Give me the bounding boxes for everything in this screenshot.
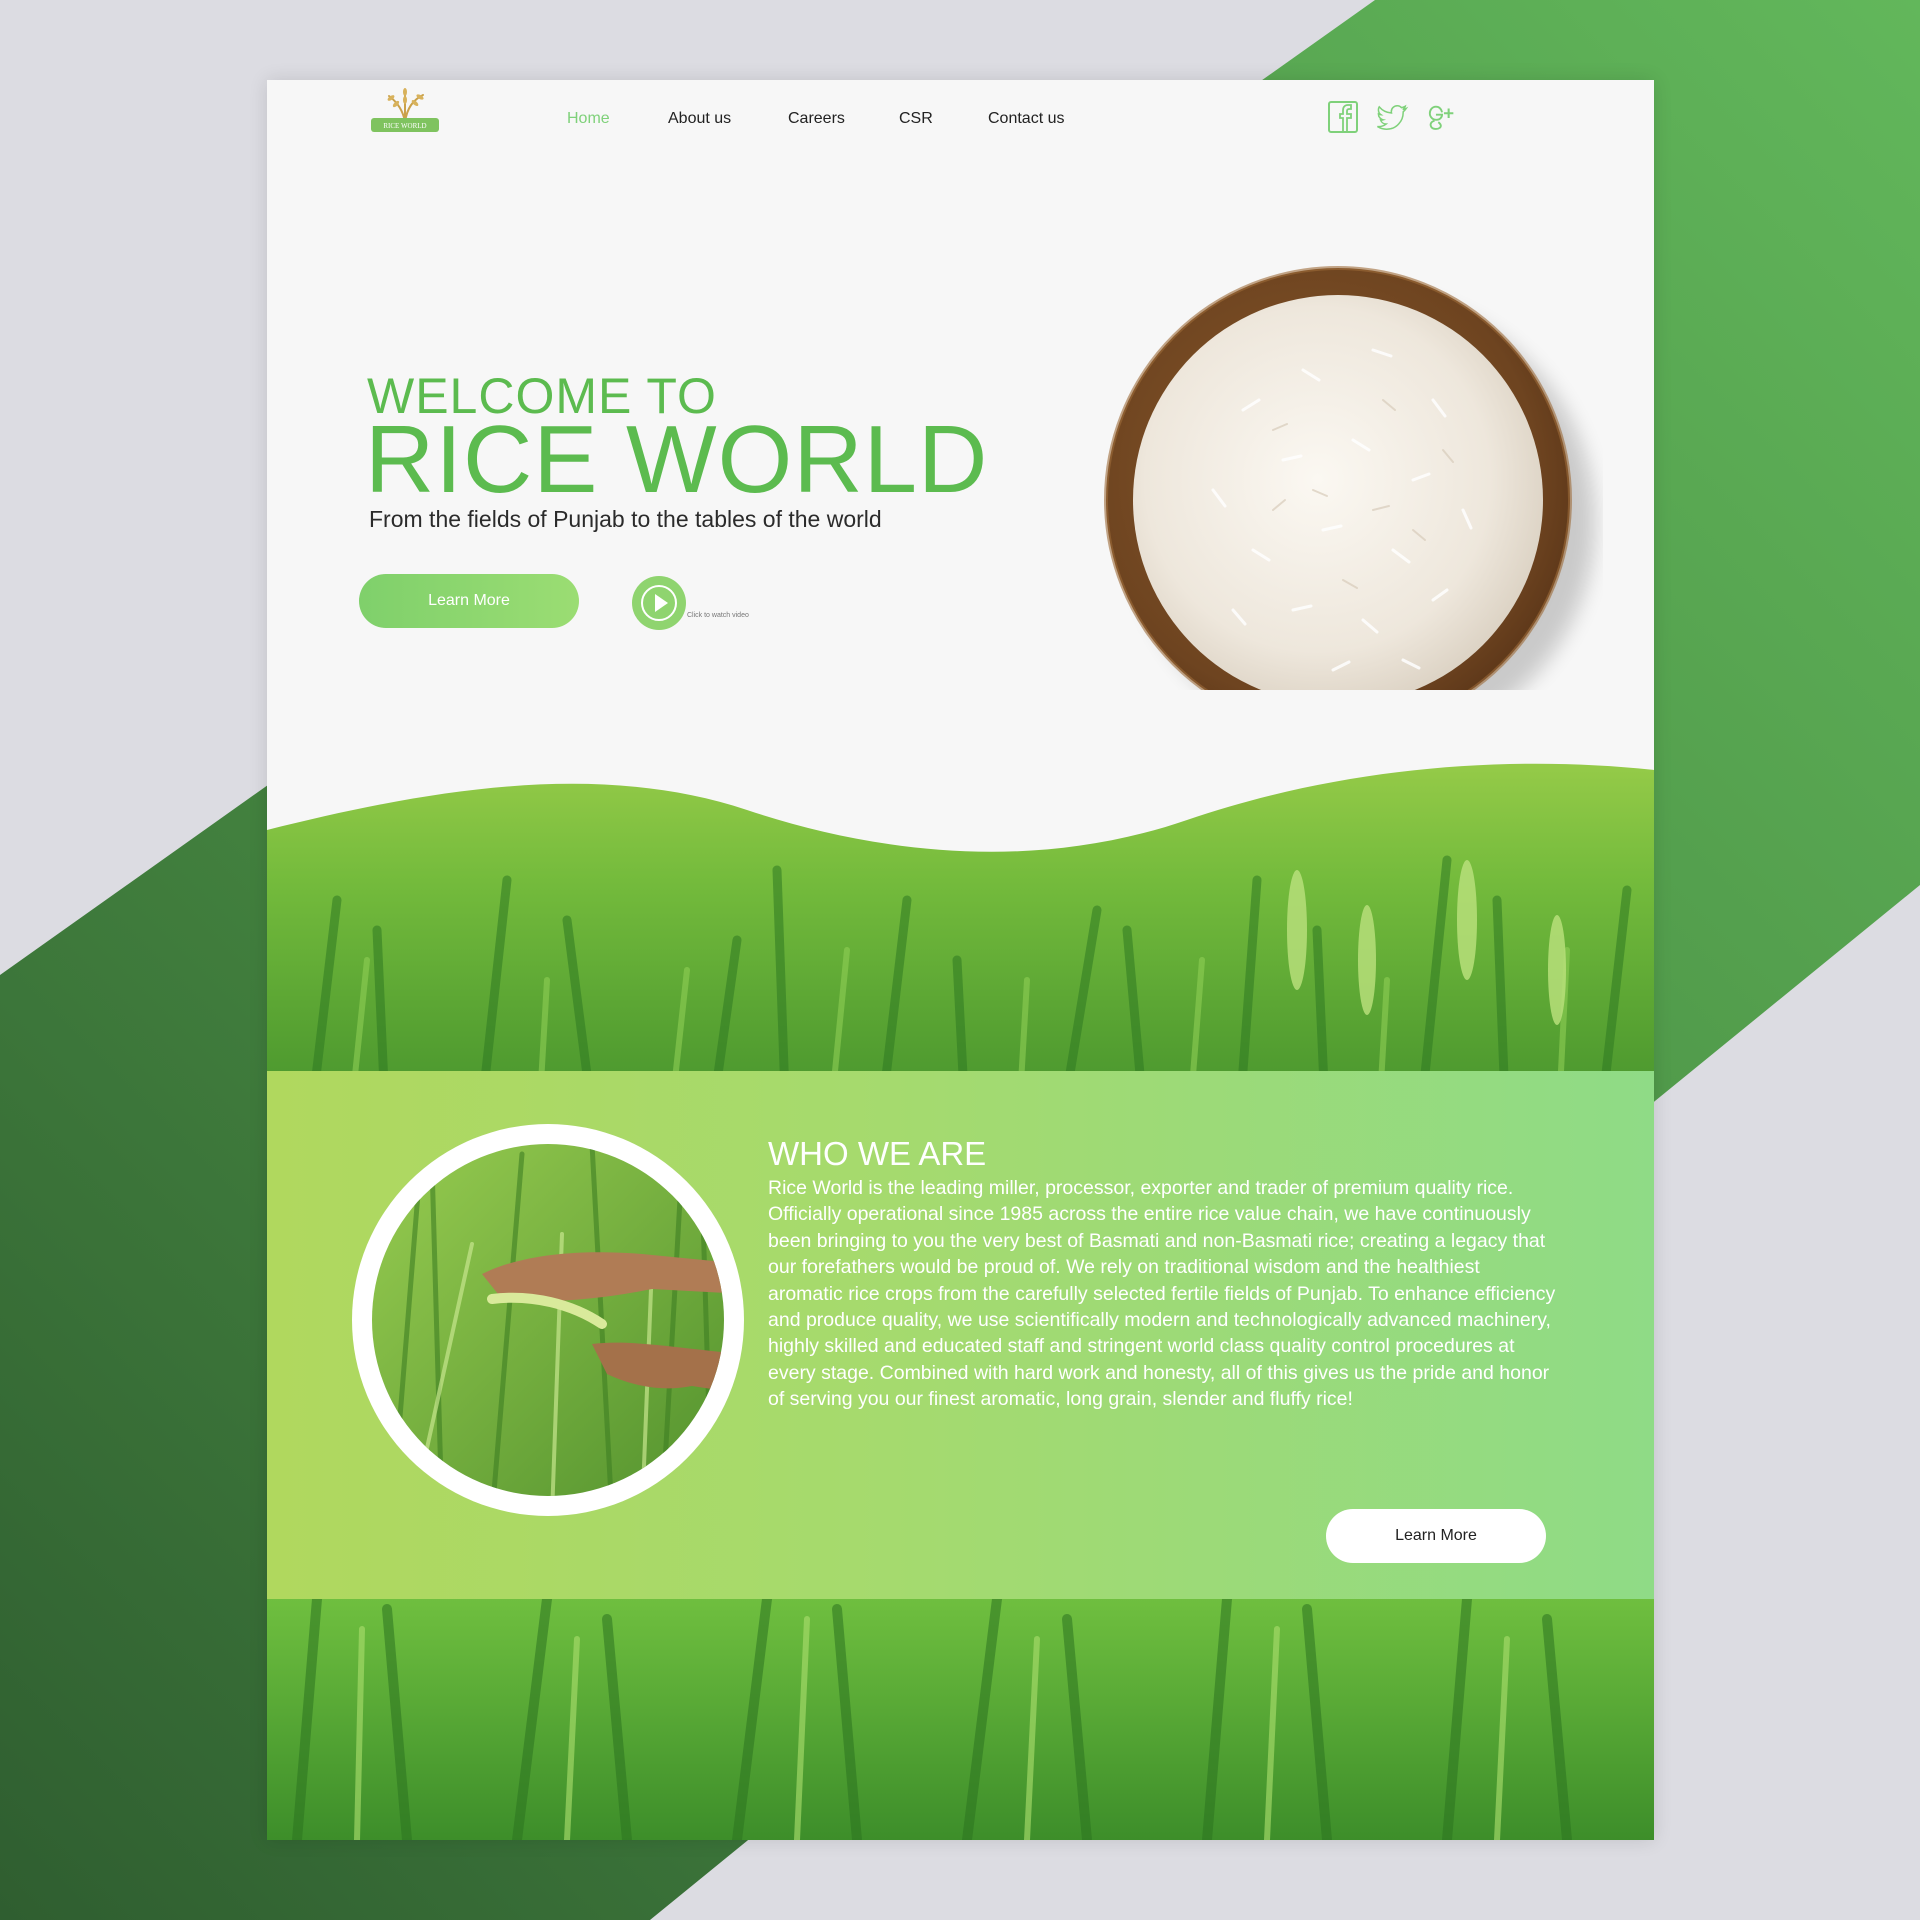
- rice-field-footer-image: [267, 1599, 1654, 1840]
- logo-text: RICE WORLD: [383, 122, 426, 130]
- play-video-button[interactable]: [632, 576, 686, 630]
- google-plus-icon[interactable]: [1427, 100, 1459, 134]
- facebook-icon[interactable]: [1327, 100, 1359, 134]
- nav-csr[interactable]: CSR: [899, 110, 933, 128]
- who-we-are-heading: WHO WE ARE: [768, 1135, 987, 1172]
- hero-subtitle: From the fields of Punjab to the tables …: [369, 506, 882, 532]
- rice-bowl-image: [1104, 266, 1595, 750]
- landing-page: RICE WORLD Home About us Careers CSR Con…: [267, 80, 1654, 1840]
- nav-home[interactable]: Home: [567, 110, 610, 128]
- rice-world-logo[interactable]: RICE WORLD: [367, 82, 443, 138]
- nav-contact-us[interactable]: Contact us: [988, 110, 1064, 128]
- nav-about-us[interactable]: About us: [668, 110, 731, 128]
- hands-holding-rice-image: [352, 1124, 744, 1516]
- wave-divider: [267, 690, 1654, 852]
- hero-learn-more-button[interactable]: Learn More: [359, 574, 579, 628]
- twitter-icon[interactable]: [1377, 100, 1409, 134]
- who-learn-more-button[interactable]: Learn More: [1326, 1509, 1546, 1563]
- hero-title: RICE WORLD: [365, 406, 989, 513]
- watch-video-caption: Click to watch video: [687, 612, 749, 619]
- who-we-are-body: Rice World is the leading miller, proces…: [768, 1177, 1556, 1411]
- nav-careers[interactable]: Careers: [788, 110, 845, 128]
- who-we-are-section: WHO WE ARE Rice World is the leading mil…: [267, 1071, 1654, 1599]
